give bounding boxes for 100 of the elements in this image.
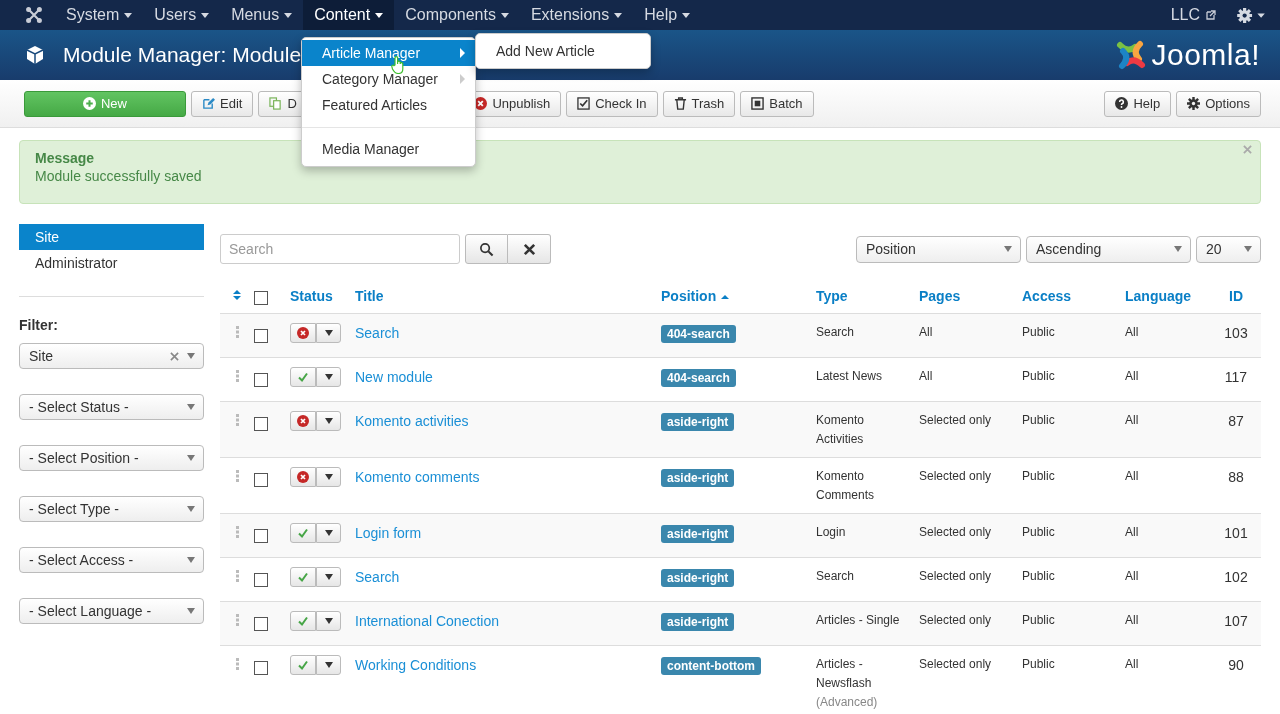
menu-item[interactable]: Add New Article <box>476 38 650 64</box>
filter-label: Filter: <box>19 317 59 333</box>
drag-handle-icon[interactable] <box>235 370 239 382</box>
drag-handle-icon[interactable] <box>235 526 239 538</box>
site-link[interactable]: LLC <box>1159 0 1228 30</box>
sort-icon[interactable] <box>232 289 242 301</box>
filter-dropdown[interactable]: - Select Status - <box>19 394 204 420</box>
trash-button[interactable]: Trash <box>662 90 736 117</box>
nav-menu-item[interactable]: Content <box>303 0 395 30</box>
settings-icon <box>1187 97 1201 110</box>
module-title-link[interactable]: New module <box>355 369 433 385</box>
language-text: All <box>1125 413 1139 427</box>
filter-dropdown[interactable]: - Select Type - <box>19 496 204 522</box>
logo-text: Joomla! <box>1151 38 1260 72</box>
pages-text: All <box>919 369 933 383</box>
published-toggle[interactable] <box>290 567 316 587</box>
access-text: Public <box>1022 469 1055 483</box>
column-header[interactable]: Status <box>290 288 333 304</box>
actions-dropdown-button[interactable] <box>316 523 341 543</box>
drag-handle-icon[interactable] <box>235 658 239 670</box>
select-all-checkbox[interactable] <box>254 291 268 306</box>
sidebar-item[interactable]: Site <box>19 224 204 250</box>
column-header[interactable]: Access <box>1022 288 1072 304</box>
drag-handle-icon[interactable] <box>235 414 239 426</box>
drag-handle-icon[interactable] <box>235 470 239 482</box>
help-button[interactable]: Help <box>1104 90 1172 117</box>
unpublished-toggle[interactable] <box>290 323 316 343</box>
checkin-button[interactable]: Check In <box>566 90 658 117</box>
published-toggle[interactable] <box>290 523 316 543</box>
unpublished-toggle[interactable] <box>290 411 316 431</box>
nav-menu-item[interactable]: Users <box>143 0 221 30</box>
language-text: All <box>1125 325 1139 339</box>
position-label: aside-right <box>661 569 735 587</box>
check-icon <box>297 571 309 583</box>
actions-dropdown-button[interactable] <box>316 323 341 343</box>
nav-menu-item[interactable]: Help <box>633 0 702 30</box>
access-text: Public <box>1022 369 1055 383</box>
row-checkbox[interactable] <box>254 617 268 632</box>
filter-dropdown[interactable]: - Select Position - <box>19 445 204 471</box>
filter-dropdown[interactable]: - Select Access - <box>19 547 204 573</box>
column-header[interactable]: ID <box>1229 288 1243 304</box>
search-field[interactable]: Search <box>220 234 460 264</box>
row-checkbox[interactable] <box>254 661 268 676</box>
sidebar-item[interactable]: Administrator <box>19 250 204 276</box>
module-title-link[interactable]: Search <box>355 569 400 585</box>
square-icon <box>751 97 765 110</box>
published-toggle[interactable] <box>290 367 316 387</box>
message-heading: Message <box>35 150 95 166</box>
column-header[interactable]: Position <box>661 288 730 304</box>
edit-button[interactable]: Edit <box>191 90 254 117</box>
actions-dropdown-button[interactable] <box>316 567 341 587</box>
filter-dropdown[interactable]: Site <box>19 343 204 369</box>
actions-dropdown-button[interactable] <box>316 411 341 431</box>
nav-menu-item[interactable]: Extensions <box>519 0 634 30</box>
row-checkbox[interactable] <box>254 529 268 544</box>
access-text: Public <box>1022 413 1055 427</box>
sort-field-dropdown[interactable]: Position <box>856 235 1021 263</box>
drag-handle-icon[interactable] <box>235 570 239 582</box>
options-button[interactable]: Options <box>1176 90 1261 117</box>
nav-menu-item[interactable]: System <box>55 0 144 30</box>
type-text: Komento <box>816 468 866 485</box>
row-checkbox[interactable] <box>254 573 268 588</box>
id-text: 88 <box>1228 469 1244 485</box>
joomla-logo-icon[interactable] <box>25 6 43 24</box>
actions-dropdown-button[interactable] <box>316 367 341 387</box>
module-title-link[interactable]: Komento comments <box>355 469 480 485</box>
filter-dropdown[interactable]: - Select Language - <box>19 598 204 624</box>
published-toggle[interactable] <box>290 655 316 675</box>
row-checkbox[interactable] <box>254 473 268 488</box>
menu-item[interactable]: Article Manager <box>302 40 475 66</box>
pages-text: Selected only <box>919 469 992 483</box>
unpublished-toggle[interactable] <box>290 467 316 487</box>
access-text: Public <box>1022 657 1055 671</box>
batch-button[interactable]: Batch <box>740 90 814 117</box>
page-size-dropdown[interactable]: 20 <box>1196 235 1261 263</box>
actions-dropdown-button[interactable] <box>316 611 341 631</box>
actions-dropdown-button[interactable] <box>316 655 341 675</box>
nav-menu-item[interactable]: Components <box>394 0 520 30</box>
row-checkbox[interactable] <box>254 373 268 388</box>
module-title-link[interactable]: Working Conditions <box>355 657 477 673</box>
drag-handle-icon[interactable] <box>235 326 239 338</box>
column-header[interactable]: Pages <box>919 288 961 304</box>
id-text: 87 <box>1228 413 1244 429</box>
row-checkbox[interactable] <box>254 329 268 344</box>
column-header[interactable]: Type <box>816 288 848 304</box>
menu-item[interactable]: Media Manager <box>302 136 475 162</box>
published-toggle[interactable] <box>290 611 316 631</box>
nav-menu-item[interactable]: Menus <box>220 0 304 30</box>
language-text: All <box>1125 525 1139 539</box>
row-checkbox[interactable] <box>254 417 268 432</box>
copy-icon <box>269 97 283 110</box>
language-text: All <box>1125 613 1139 627</box>
search-button[interactable] <box>465 234 508 264</box>
column-header[interactable]: Language <box>1125 288 1192 304</box>
settings-icon[interactable] <box>1236 6 1266 24</box>
column-header[interactable]: Title <box>355 288 384 304</box>
actions-dropdown-button[interactable] <box>316 467 341 487</box>
drag-handle-icon[interactable] <box>235 614 239 626</box>
clear-button[interactable] <box>508 234 551 264</box>
sort-direction-dropdown[interactable]: Ascending <box>1026 235 1191 263</box>
